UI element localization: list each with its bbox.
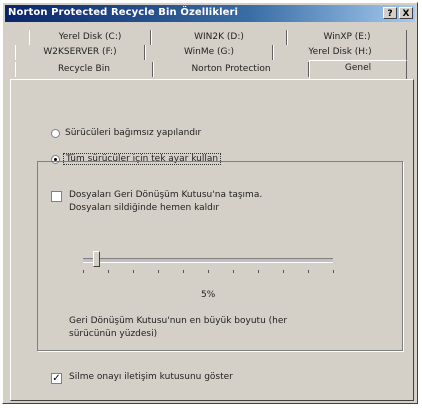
tab-drive-d[interactable]: WIN2K (D:)	[151, 30, 287, 45]
no-recycle-label-line1[interactable]: Dosyaları Geri Dönüşüm Kutusu'na taşıma.	[69, 190, 262, 200]
no-recycle-checkbox[interactable]	[51, 191, 62, 202]
slider-tick	[133, 270, 134, 273]
properties-dialog: Norton Protected Recycle Bin Özellikleri…	[2, 2, 418, 404]
slider-tick	[83, 270, 84, 273]
help-button[interactable]: ?	[383, 7, 397, 19]
slider-tick	[108, 270, 109, 273]
tab-genel[interactable]: Genel	[309, 60, 407, 79]
slider-tick	[183, 270, 184, 273]
tab-row-3: Recycle Bin Norton Protection Genel	[9, 60, 409, 79]
no-recycle-label-line2[interactable]: Dosyaları sildiğinde hemen kaldır	[69, 203, 219, 213]
slider-tick	[208, 270, 209, 273]
radio-independent-label[interactable]: Sürücüleri bağımsız yapılandır	[65, 128, 201, 138]
window-title: Norton Protected Recycle Bin Özellikleri	[8, 7, 239, 18]
slider-tick	[283, 270, 284, 273]
tab-row-2: W2KSERVER (F:) WinMe (G:) Yerel Disk (H:…	[9, 45, 409, 60]
slider-tick	[158, 270, 159, 273]
slider-tick	[233, 270, 234, 273]
slider-tick	[308, 270, 309, 273]
max-size-percent: 5%	[201, 290, 216, 300]
tab-drive-h[interactable]: Yerel Disk (H:)	[273, 45, 407, 60]
close-button[interactable]: X	[399, 7, 413, 19]
tab-drive-f[interactable]: W2KSERVER (F:)	[15, 45, 145, 60]
confirm-delete-checkbox[interactable]: ✓	[51, 373, 62, 384]
check-mark-icon: ✓	[52, 373, 61, 384]
max-size-slider-track[interactable]	[83, 258, 333, 263]
tab-drive-g[interactable]: WinMe (G:)	[145, 45, 273, 60]
tab-recycle-bin[interactable]: Recycle Bin	[15, 62, 153, 77]
slider-tick	[333, 270, 334, 273]
confirm-delete-label[interactable]: Silme onayı iletişim kutusunu göster	[69, 372, 233, 382]
tab-norton-protection[interactable]: Norton Protection	[153, 62, 309, 77]
tab-drive-e[interactable]: WinXP (E:)	[287, 30, 407, 45]
tab-drive-c[interactable]: Yerel Disk (C:)	[29, 30, 151, 45]
slider-tick	[258, 270, 259, 273]
tab-row-1: Yerel Disk (C:) WIN2K (D:) WinXP (E:)	[9, 30, 409, 45]
title-bar[interactable]: Norton Protected Recycle Bin Özellikleri…	[5, 5, 415, 22]
max-size-label-line2: sürücünün yüzdesi)	[69, 329, 158, 339]
max-size-label-line1: Geri Dönüşüm Kutusu'nun en büyük boyutu …	[69, 316, 288, 326]
max-size-slider-thumb[interactable]	[92, 251, 100, 267]
radio-independent[interactable]	[51, 129, 60, 138]
